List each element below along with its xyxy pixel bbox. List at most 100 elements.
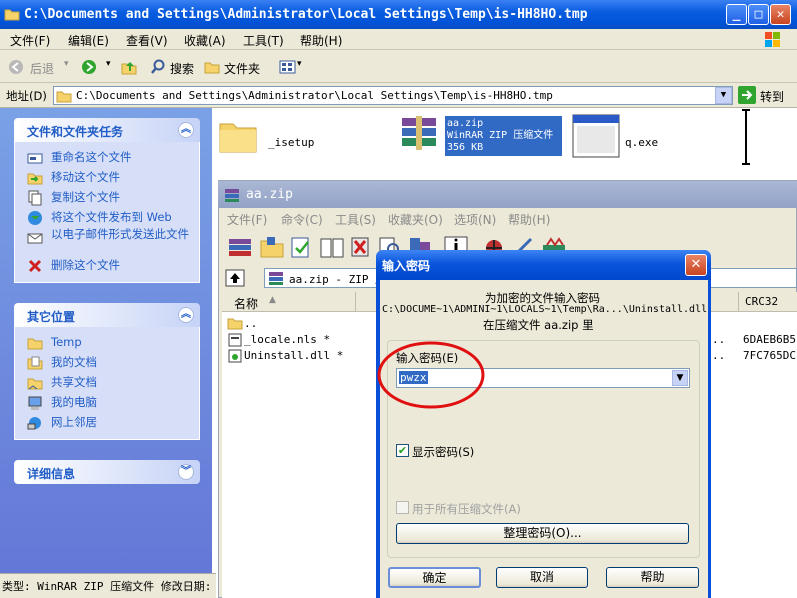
task-rename[interactable]: 重命名这个文件: [27, 148, 199, 168]
windows-logo-icon: [765, 32, 780, 47]
rar-menu-commands[interactable]: 命令(C): [281, 211, 323, 228]
folder-icon: [4, 9, 20, 21]
dialog-close-button[interactable]: ✕: [685, 254, 707, 276]
task-move[interactable]: 移动这个文件: [27, 168, 199, 188]
row-name: Uninstall.dll *: [244, 349, 344, 362]
rar-menu-favorites[interactable]: 收藏夹(O): [388, 211, 443, 228]
help-button[interactable]: 帮助: [606, 567, 699, 588]
task-delete[interactable]: 删除这个文件: [27, 256, 199, 276]
place-my-computer[interactable]: 我的电脑: [27, 393, 199, 413]
back-arrow-icon: [9, 60, 23, 74]
globe-icon: [28, 211, 42, 225]
collapse-chevron-icon[interactable]: ︽: [178, 307, 194, 323]
menu-favorites[interactable]: 收藏(A): [184, 32, 226, 49]
menu-view[interactable]: 查看(V): [126, 32, 168, 49]
file-item-aa-zip[interactable]: aa.zip WinRAR ZIP 压缩文件 356 KB: [398, 114, 563, 158]
password-dialog-title: 输入密码: [382, 259, 431, 273]
folders-button[interactable]: 文件夹: [224, 60, 260, 77]
details-header[interactable]: 详细信息 ︾: [14, 460, 200, 484]
menu-edit[interactable]: 编辑(E): [68, 32, 109, 49]
other-places-title: 其它位置: [27, 310, 76, 324]
computer-icon: [28, 396, 42, 410]
password-dropdown-icon[interactable]: ▼: [672, 370, 688, 386]
file-tasks-title: 文件和文件夹任务: [27, 125, 124, 139]
all-archives-label[interactable]: 用于所有压缩文件(A): [412, 501, 521, 517]
place-shared-documents[interactable]: 共享文档: [27, 373, 199, 393]
place-my-computer-label: 我的电脑: [51, 395, 97, 409]
column-divider[interactable]: [738, 292, 739, 312]
forward-dropdown-icon[interactable]: ▾: [106, 59, 111, 69]
task-publish-web[interactable]: 将这个文件发布到 Web: [27, 208, 199, 228]
place-temp-label: Temp: [51, 335, 82, 349]
show-password-label[interactable]: 显示密码(S): [412, 444, 474, 460]
test-icon[interactable]: [289, 235, 315, 259]
file-selected-label: aa.zip WinRAR ZIP 压缩文件 356 KB: [445, 116, 562, 156]
file-item-q-exe[interactable]: q.exe: [572, 114, 682, 164]
forward-arrow-icon[interactable]: [81, 59, 97, 75]
menu-help[interactable]: 帮助(H): [300, 32, 342, 49]
place-network[interactable]: 网上邻居: [27, 413, 199, 433]
all-archives-checkbox[interactable]: [396, 501, 409, 514]
back-button[interactable]: 后退: [30, 60, 54, 77]
ok-button[interactable]: 确定: [388, 567, 481, 588]
network-icon: [27, 417, 41, 430]
rar-menu-tools[interactable]: 工具(S): [335, 211, 376, 228]
view-book-icon[interactable]: [319, 235, 345, 259]
add-archive-icon[interactable]: [227, 235, 253, 259]
task-email-label: 以电子邮件形式发送此文件: [51, 227, 189, 241]
views-icon[interactable]: [279, 59, 297, 75]
winrar-titlebar: aa.zip: [218, 181, 797, 208]
file-type: WinRAR ZIP 压缩文件: [447, 130, 554, 141]
row-name: ..: [244, 317, 258, 330]
organize-passwords-button[interactable]: 整理密码(O)...: [396, 523, 689, 544]
task-email[interactable]: 以电子邮件形式发送此文件: [27, 228, 199, 256]
place-my-documents[interactable]: 我的文档: [27, 353, 199, 373]
place-temp[interactable]: Temp: [27, 333, 199, 353]
menu-file[interactable]: 文件(F): [10, 32, 50, 49]
toolbar: 后退 ▾ ▾ 搜索 文件夹 ▾: [0, 50, 797, 83]
views-dropdown-icon[interactable]: ▾: [297, 59, 302, 69]
file-name: q.exe: [625, 136, 659, 149]
up-folder-icon[interactable]: [120, 58, 138, 76]
status-bar: 类型: WinRAR ZIP 压缩文件 修改日期:: [0, 573, 216, 598]
file-list: _isetup aa.zip WinRAR ZIP 压缩文件 356 KB q.…: [212, 108, 797, 180]
close-button[interactable]: ✕: [770, 4, 791, 25]
expand-chevron-icon[interactable]: ︾: [178, 464, 194, 480]
search-button[interactable]: 搜索: [170, 60, 194, 77]
minimize-button[interactable]: _: [726, 4, 747, 25]
my-documents-icon: [27, 356, 43, 370]
maximize-button[interactable]: □: [748, 4, 769, 25]
other-places-header[interactable]: 其它位置 ︽: [14, 303, 200, 327]
delete-icon[interactable]: [349, 235, 375, 259]
task-copy[interactable]: 复制这个文件: [27, 188, 199, 208]
back-dropdown-icon[interactable]: ▾: [64, 59, 69, 69]
column-divider[interactable]: [355, 292, 356, 312]
menu-tools[interactable]: 工具(T): [243, 32, 284, 49]
row-truncated: ..: [712, 349, 726, 362]
file-size: 356 KB: [447, 142, 484, 153]
show-password-checkbox[interactable]: ✔: [396, 444, 409, 457]
move-icon: [27, 173, 43, 185]
file-item-isetup[interactable]: _isetup: [218, 116, 318, 166]
file-tasks-panel: 文件和文件夹任务 ︽ 重命名这个文件 移动这个文件 复制这个文件 将这个文件发布…: [14, 118, 200, 283]
winrar-title: aa.zip: [246, 187, 293, 202]
address-dropdown-icon[interactable]: ▼: [715, 87, 732, 104]
up-level-icon[interactable]: [225, 269, 245, 287]
extract-folder-icon[interactable]: [259, 235, 285, 259]
address-input[interactable]: C:\Documents and Settings\Administrator\…: [53, 86, 733, 105]
go-arrow-icon[interactable]: [738, 86, 756, 104]
go-button[interactable]: 转到: [760, 88, 784, 105]
cancel-button[interactable]: 取消: [496, 567, 588, 588]
rar-menu-options[interactable]: 选项(N): [454, 211, 496, 228]
dll-file-icon: [228, 349, 242, 363]
rar-menu-file[interactable]: 文件(F): [227, 211, 267, 228]
file-tasks-header[interactable]: 文件和文件夹任务 ︽: [14, 118, 200, 142]
winrar-archive-icon: [402, 116, 436, 150]
collapse-chevron-icon[interactable]: ︽: [178, 122, 194, 138]
column-crc-header[interactable]: CRC32: [745, 295, 778, 308]
column-name-header[interactable]: 名称: [234, 295, 258, 312]
dialog-file-path: C:\DOCUME~1\ADMINI~1\LOCALS~1\Temp\Ra...…: [382, 304, 708, 315]
rar-menu-help[interactable]: 帮助(H): [508, 211, 550, 228]
details-panel: 详细信息 ︾: [14, 460, 200, 484]
email-icon: [27, 233, 43, 244]
